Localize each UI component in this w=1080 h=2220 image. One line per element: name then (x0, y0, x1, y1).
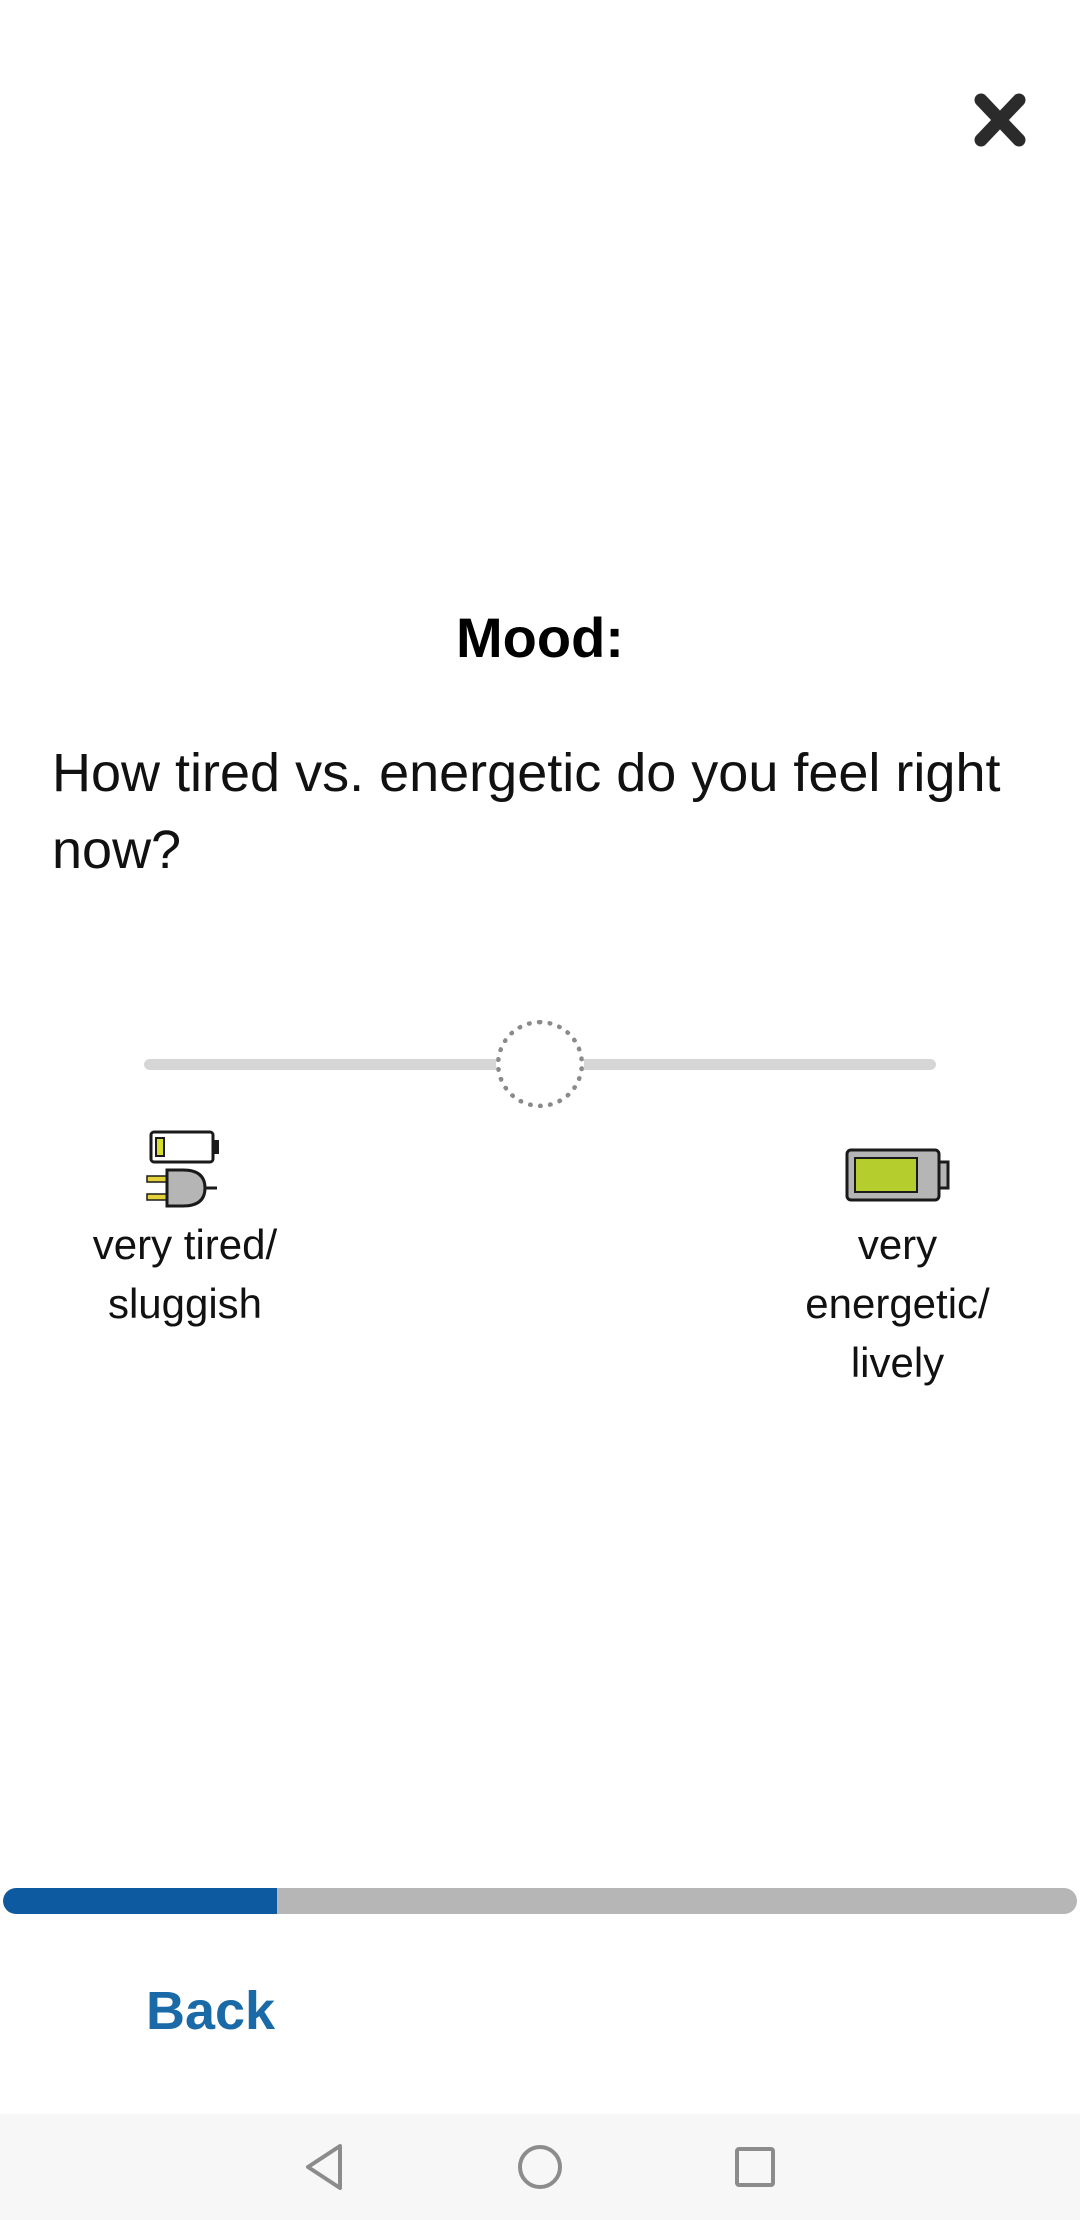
nav-recents-icon (735, 2147, 775, 2187)
back-button[interactable]: Back (146, 1980, 275, 2042)
slider-min-label: very tired/ sluggish (92, 1221, 278, 1327)
energy-slider[interactable] (140, 1020, 940, 1110)
slider-thumb[interactable] (496, 1020, 584, 1108)
system-home-button[interactable] (510, 2137, 570, 2197)
progress-fill (3, 1888, 277, 1914)
low-battery-charging-icon (146, 1130, 219, 1208)
survey-progress-bar (3, 1888, 1077, 1914)
question-text: How tired vs. energetic do you feel righ… (52, 743, 1001, 880)
system-back-button[interactable] (294, 2137, 354, 2197)
slider-min-end: very tired/ sluggish (55, 1130, 315, 1333)
slider-max-label: very energetic/ lively (805, 1221, 990, 1386)
slider-max-end: very energetic/ lively (760, 1130, 1035, 1392)
close-button[interactable] (955, 80, 1045, 160)
system-recents-button[interactable] (725, 2137, 785, 2197)
system-nav-bar (0, 2114, 1080, 2220)
section-title: Mood: (456, 606, 624, 669)
nav-back-icon (306, 2144, 342, 2190)
close-icon (974, 93, 1026, 147)
full-battery-icon (845, 1148, 949, 1202)
survey-screen: Mood: How tired vs. energetic do you fee… (0, 0, 1080, 2220)
nav-home-icon (518, 2145, 562, 2189)
